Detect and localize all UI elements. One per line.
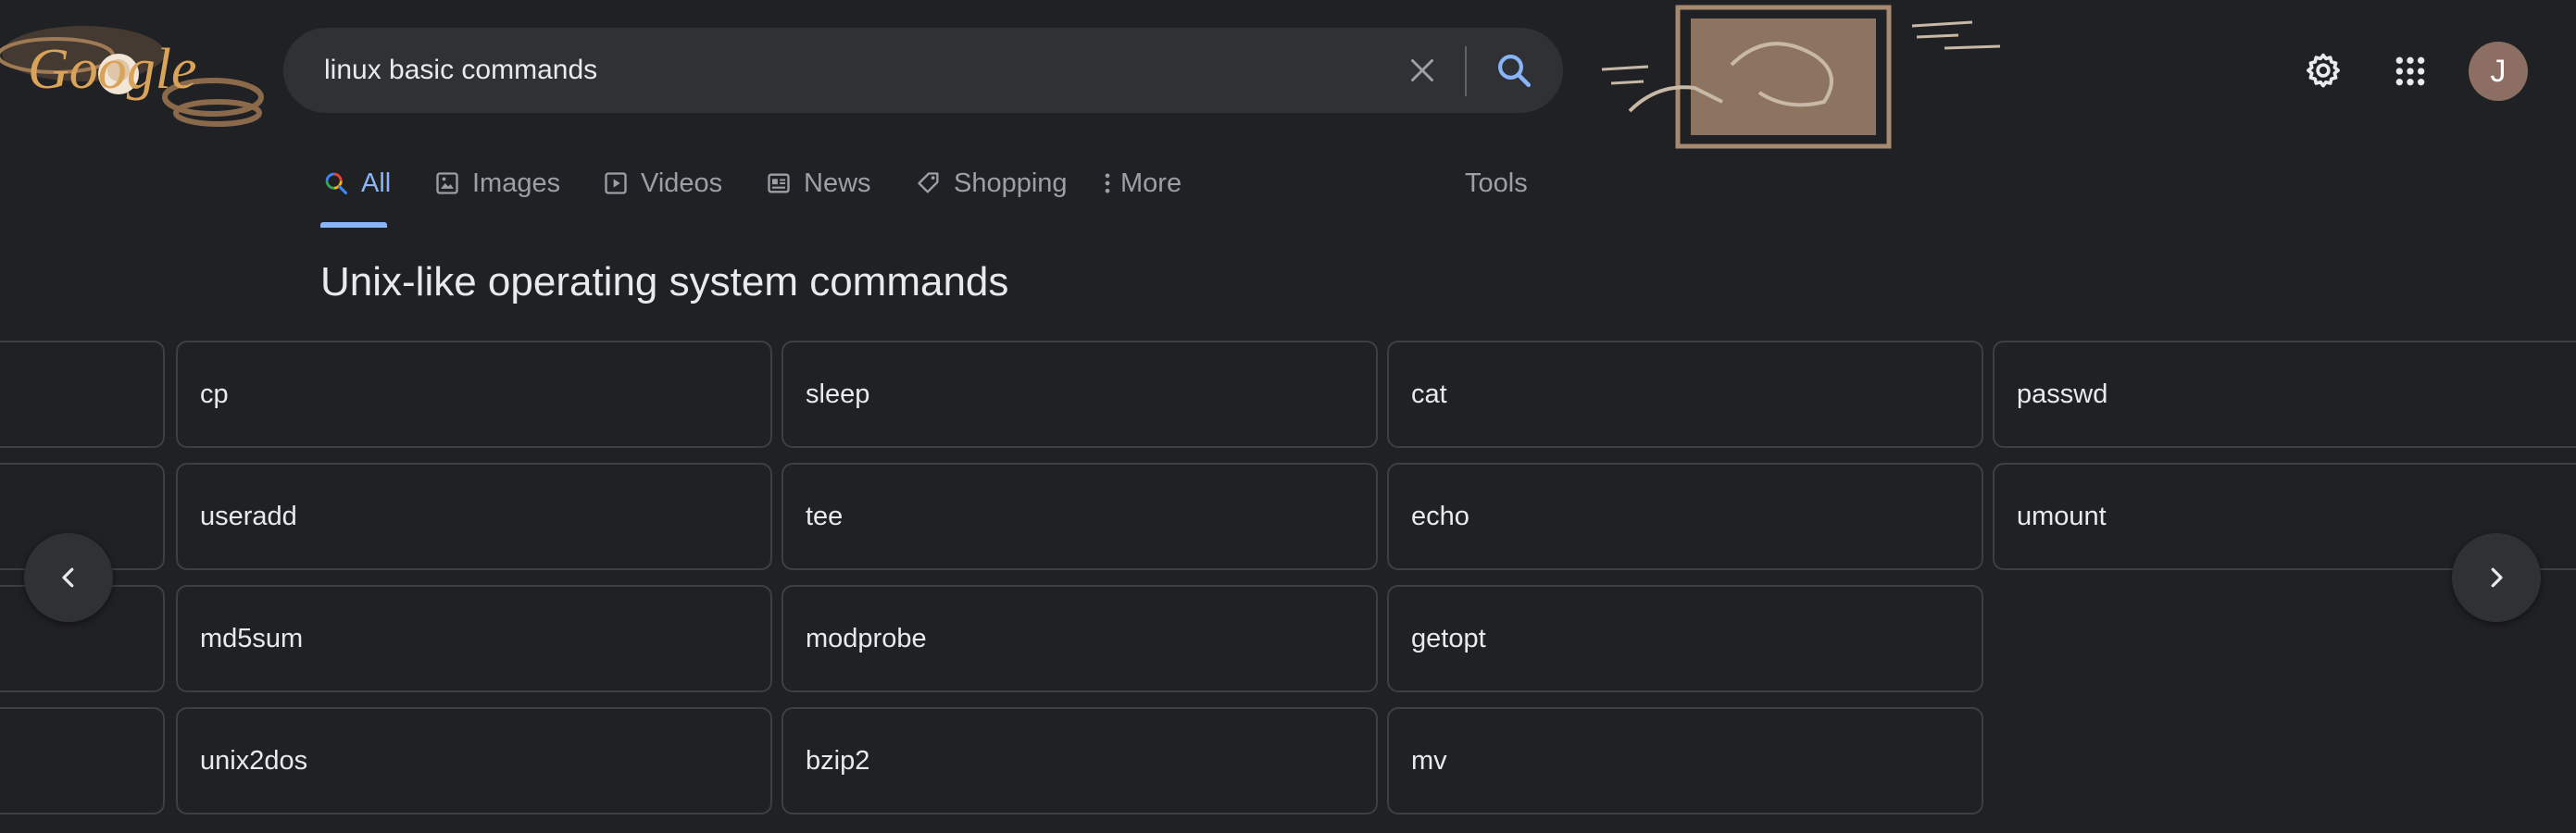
tab-images[interactable]: Images bbox=[431, 157, 560, 209]
command-card[interactable]: mv bbox=[1387, 707, 1983, 814]
clear-search-button[interactable] bbox=[1394, 43, 1450, 98]
google-logo-text: Google bbox=[28, 38, 197, 101]
carousel-prev-button[interactable] bbox=[24, 533, 113, 622]
search-divider bbox=[1465, 46, 1467, 96]
google-doodle-logo[interactable]: Google bbox=[0, 0, 269, 139]
tag-icon bbox=[913, 168, 944, 199]
command-label: useradd bbox=[200, 501, 297, 531]
command-label: umount bbox=[2017, 501, 2107, 531]
carousel-next-button[interactable] bbox=[2452, 533, 2541, 622]
command-card[interactable]: unix2dos bbox=[176, 707, 772, 814]
tab-more-label: More bbox=[1120, 168, 1182, 198]
tab-all[interactable]: All bbox=[320, 157, 391, 209]
tab-videos[interactable]: Videos bbox=[600, 157, 722, 209]
command-card[interactable]: echo bbox=[1387, 463, 1983, 570]
tab-more[interactable]: More bbox=[1100, 157, 1182, 209]
command-card[interactable]: bzip2 bbox=[782, 707, 1378, 814]
chevron-left-icon bbox=[62, 567, 74, 588]
command-label: sleep bbox=[806, 379, 870, 409]
search-input[interactable] bbox=[322, 42, 1344, 99]
command-card[interactable]: modprobe bbox=[782, 585, 1378, 692]
command-card[interactable]: passwd bbox=[1993, 341, 2576, 448]
tab-shopping[interactable]: Shopping bbox=[913, 157, 1068, 209]
command-card[interactable]: getopt bbox=[1387, 585, 1983, 692]
account-avatar[interactable]: J bbox=[2469, 42, 2528, 101]
command-label: echo bbox=[1411, 501, 1469, 531]
command-label: tee bbox=[806, 501, 844, 531]
image-icon bbox=[431, 168, 463, 199]
google-apps-button[interactable] bbox=[2380, 41, 2441, 102]
command-label: cat bbox=[1411, 379, 1447, 409]
command-label: unix2dos bbox=[200, 745, 308, 776]
tab-all-label: All bbox=[361, 168, 392, 198]
gear-icon bbox=[2307, 53, 2340, 88]
tab-news-label: News bbox=[804, 168, 871, 198]
play-icon bbox=[600, 168, 631, 199]
doodle-hand-illustration bbox=[1593, 0, 2009, 157]
tab-images-label: Images bbox=[472, 168, 561, 198]
command-card[interactable]: tee bbox=[782, 463, 1378, 570]
search-button[interactable] bbox=[1482, 43, 1546, 98]
command-card[interactable] bbox=[0, 707, 165, 814]
settings-button[interactable] bbox=[2293, 41, 2354, 102]
command-label: md5sum bbox=[200, 623, 304, 653]
command-label: getopt bbox=[1411, 623, 1486, 653]
search-bar bbox=[283, 28, 1563, 113]
active-tab-indicator bbox=[320, 222, 387, 228]
command-label: bzip2 bbox=[806, 745, 870, 776]
tab-videos-label: Videos bbox=[641, 168, 723, 198]
tools-label: Tools bbox=[1465, 168, 1528, 198]
command-card[interactable] bbox=[0, 341, 165, 448]
command-card[interactable]: useradd bbox=[176, 463, 772, 570]
close-icon bbox=[1411, 59, 1433, 81]
apps-grid-icon bbox=[2395, 56, 2425, 86]
command-card[interactable]: cat bbox=[1387, 341, 1983, 448]
tab-shopping-label: Shopping bbox=[954, 168, 1068, 198]
command-label: modprobe bbox=[806, 623, 927, 653]
command-card[interactable]: md5sum bbox=[176, 585, 772, 692]
command-card[interactable]: sleep bbox=[782, 341, 1378, 448]
command-label: mv bbox=[1411, 745, 1447, 776]
newspaper-icon bbox=[763, 168, 794, 199]
chevron-right-icon bbox=[2491, 567, 2503, 588]
command-label: passwd bbox=[2017, 379, 2108, 409]
search-icon bbox=[1498, 55, 1532, 88]
section-heading: Unix-like operating system commands bbox=[320, 259, 1009, 305]
search-multicolor-icon bbox=[320, 168, 352, 199]
tools-button[interactable]: Tools bbox=[1465, 157, 1528, 209]
tab-news[interactable]: News bbox=[763, 157, 871, 209]
command-label: cp bbox=[200, 379, 229, 409]
more-vertical-icon bbox=[1100, 168, 1115, 199]
command-card[interactable]: cp bbox=[176, 341, 772, 448]
